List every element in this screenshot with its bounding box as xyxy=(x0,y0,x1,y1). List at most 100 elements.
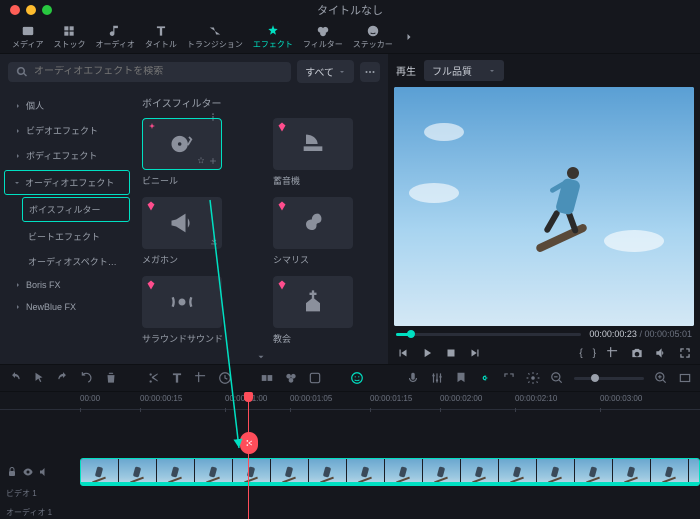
effect-thumb-church[interactable]: 教会 xyxy=(273,276,380,345)
stop-icon[interactable] xyxy=(444,346,458,360)
sidebar-item-body-effect[interactable]: ボディエフェクト xyxy=(0,143,134,168)
audio-track-label: オーディオ 1 xyxy=(0,507,700,518)
search-input-wrap[interactable] xyxy=(8,62,291,82)
tabs-more-icon[interactable] xyxy=(403,31,415,43)
surround-icon xyxy=(168,288,196,316)
tab-sticker[interactable]: ステッカー xyxy=(349,22,397,52)
effect-thumb-vinyl[interactable]: ビニール xyxy=(142,118,249,187)
vinyl-icon xyxy=(168,130,196,158)
sidebar-item-personal[interactable]: 個人 xyxy=(0,93,134,118)
playhead[interactable] xyxy=(248,392,249,519)
next-frame-icon[interactable] xyxy=(468,346,482,360)
crop2-icon[interactable] xyxy=(194,371,208,385)
megaphone-icon xyxy=(168,209,196,237)
zoom-in-icon[interactable] xyxy=(654,371,668,385)
play-icon[interactable] xyxy=(420,346,434,360)
mask-icon[interactable] xyxy=(308,371,322,385)
prev-frame-icon[interactable] xyxy=(396,346,410,360)
more-options[interactable] xyxy=(360,62,380,82)
effect-category-sidebar: 個人 ビデオエフェクト ボディエフェクト オーディオエフェクト ボイスフィルター… xyxy=(0,89,134,364)
fit-icon[interactable] xyxy=(678,371,692,385)
tab-media[interactable]: メディア xyxy=(8,22,47,52)
sidebar-item-borisfx[interactable]: Boris FX xyxy=(0,274,134,296)
video-track[interactable]: user guide xyxy=(0,456,700,488)
progress-bar[interactable]: 00:00:00:23 / 00:00:05:01 xyxy=(394,326,694,342)
diamond-badge-icon xyxy=(276,200,288,212)
marker-icon[interactable] xyxy=(454,371,468,385)
diamond-badge-icon xyxy=(145,200,157,212)
chevron-right-icon xyxy=(14,102,22,110)
more-vert-icon[interactable] xyxy=(208,112,218,122)
search-input[interactable] xyxy=(34,66,283,77)
quality-dropdown[interactable]: フル品質 xyxy=(424,60,504,81)
expand-icon[interactable] xyxy=(502,371,516,385)
effect-thumb-surround[interactable]: サラウンドサウンド xyxy=(142,276,249,345)
chevron-down-icon[interactable] xyxy=(254,352,268,362)
sidebar-item-voice-filter[interactable]: ボイスフィルター xyxy=(22,197,130,222)
preview-panel: 再生 フル品質 00:00:00:23 / 00:00:05:01 { } xyxy=(388,54,700,364)
snapshot-icon[interactable] xyxy=(630,346,644,360)
mute-icon[interactable] xyxy=(38,466,50,478)
download-icon[interactable] xyxy=(209,236,219,246)
effect-thumb-chipmunk[interactable]: シマリス xyxy=(273,197,380,266)
filter-dropdown[interactable]: すべて xyxy=(297,60,354,83)
group-icon[interactable] xyxy=(260,371,274,385)
chevron-down-icon xyxy=(488,67,496,75)
split-handle[interactable] xyxy=(240,432,258,454)
color-icon[interactable] xyxy=(284,371,298,385)
redo-icon[interactable] xyxy=(56,371,70,385)
sidebar-item-beat-effect[interactable]: ビートエフェクト xyxy=(0,224,134,249)
text-icon[interactable] xyxy=(170,371,184,385)
tab-transition[interactable]: トランジション xyxy=(183,22,247,52)
link-icon[interactable] xyxy=(478,371,492,385)
maximize-window[interactable] xyxy=(42,5,52,15)
titlebar: タイトルなし xyxy=(0,0,700,20)
effect-thumb-gramophone[interactable]: 蓄音機 xyxy=(273,118,380,187)
tab-stock[interactable]: ストック xyxy=(49,22,89,52)
mark-in[interactable]: { xyxy=(579,348,582,359)
mark-out[interactable]: } xyxy=(593,348,596,359)
pointer-icon[interactable] xyxy=(32,371,46,385)
star-icon[interactable] xyxy=(196,156,206,166)
chevron-down-icon xyxy=(13,179,21,187)
grid-title: ボイスフィルター xyxy=(142,95,380,110)
sidebar-item-video-effect[interactable]: ビデオエフェクト xyxy=(0,118,134,143)
tab-filter[interactable]: フィルター xyxy=(299,22,347,52)
crop-icon[interactable] xyxy=(606,346,620,360)
timeline[interactable]: 00:00 00:00:00:15 00:00:01:00 00:00:01:0… xyxy=(0,392,700,519)
add-icon[interactable] xyxy=(208,156,218,166)
sidebar-item-newbluefx[interactable]: NewBlue FX xyxy=(0,296,134,318)
volume-icon[interactable] xyxy=(654,346,668,360)
delete-icon[interactable] xyxy=(104,371,118,385)
smiley-icon[interactable] xyxy=(350,371,364,385)
sidebar-item-audio-spectrum[interactable]: オーディオスペクト… xyxy=(0,249,134,274)
fullscreen-icon[interactable] xyxy=(678,346,692,360)
church-icon xyxy=(299,288,327,316)
close-window[interactable] xyxy=(10,5,20,15)
video-preview[interactable] xyxy=(394,87,694,326)
speed-icon[interactable] xyxy=(218,371,232,385)
lock-icon[interactable] xyxy=(6,466,18,478)
scissors-icon[interactable] xyxy=(146,371,160,385)
undo-icon[interactable] xyxy=(8,371,22,385)
eye-icon[interactable] xyxy=(22,466,34,478)
mixer-icon[interactable] xyxy=(430,371,444,385)
zoom-slider[interactable] xyxy=(574,377,644,380)
effect-thumb-megaphone[interactable]: メガホン xyxy=(142,197,249,266)
media-tabs: メディア ストック オーディオ タイトル トランジション エフェクト フィルター… xyxy=(0,20,700,54)
sidebar-item-audio-effect[interactable]: オーディオエフェクト xyxy=(4,170,130,195)
time-ruler[interactable]: 00:00 00:00:00:15 00:00:01:00 00:00:01:0… xyxy=(0,392,700,410)
gramophone-icon xyxy=(299,130,327,158)
chevron-right-icon xyxy=(14,303,22,311)
tab-audio[interactable]: オーディオ xyxy=(91,22,138,52)
tab-title[interactable]: タイトル xyxy=(141,22,181,52)
minimize-window[interactable] xyxy=(26,5,36,15)
mic-icon[interactable] xyxy=(406,371,420,385)
undo2-icon[interactable] xyxy=(80,371,94,385)
settings-icon[interactable] xyxy=(526,371,540,385)
zoom-out-icon[interactable] xyxy=(550,371,564,385)
player-controls: { } xyxy=(394,342,694,364)
tab-effect[interactable]: エフェクト xyxy=(249,22,297,52)
window-controls xyxy=(10,5,52,15)
video-clip[interactable]: user guide xyxy=(80,458,700,486)
